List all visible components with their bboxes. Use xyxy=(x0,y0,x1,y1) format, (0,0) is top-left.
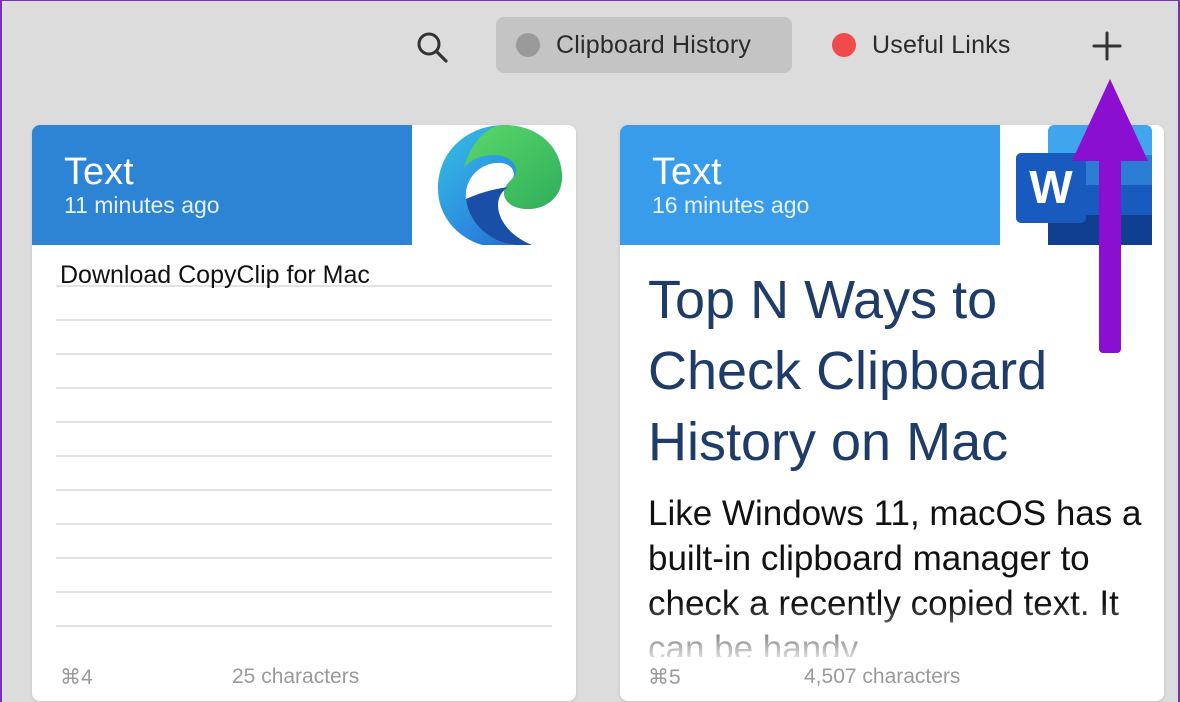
rule-line xyxy=(56,421,552,423)
card-timestamp: 11 minutes ago xyxy=(64,192,220,218)
tab-clipboard-history[interactable]: Clipboard History xyxy=(496,17,792,73)
tab-label: Useful Links xyxy=(872,30,1011,59)
rule-line xyxy=(56,625,552,627)
keyboard-shortcut: ⌘4 xyxy=(60,666,93,689)
document-heading: Top N Ways to Check Clipboard History on… xyxy=(648,270,1048,472)
card-footer: ⌘4 25 characters xyxy=(32,657,576,701)
source-app-icon xyxy=(412,125,576,245)
tab-color-dot xyxy=(832,33,856,57)
rule-line xyxy=(56,523,552,525)
clip-content: Download CopyClip for Mac xyxy=(60,261,370,289)
clip-card[interactable]: Text 11 minutes ago Download CopyClip fo… xyxy=(32,125,576,701)
card-header: Text 16 minutes ago xyxy=(620,125,1000,245)
toolbar: Clipboard History Useful Links xyxy=(2,1,1178,101)
card-type: Text xyxy=(652,151,722,193)
card-header: Text 11 minutes ago xyxy=(32,125,412,245)
card-timestamp: 16 minutes ago xyxy=(652,192,810,218)
lined-paper xyxy=(56,255,552,635)
clip-card[interactable]: Text 16 minutes ago W Top N Ways to Chec… xyxy=(620,125,1164,701)
rule-line xyxy=(56,557,552,559)
source-app-icon: W xyxy=(1000,125,1164,245)
add-list-button[interactable] xyxy=(1090,29,1124,63)
character-count: 4,507 characters xyxy=(804,665,961,688)
rule-line xyxy=(56,353,552,355)
card-footer: ⌘5 4,507 characters xyxy=(620,657,1164,701)
rule-line xyxy=(56,387,552,389)
rule-line xyxy=(56,319,552,321)
tab-label: Clipboard History xyxy=(556,30,752,59)
rule-line xyxy=(56,489,552,491)
search-icon xyxy=(417,32,448,63)
plus-icon xyxy=(1092,31,1122,61)
svg-text:W: W xyxy=(1029,161,1073,213)
search-button[interactable] xyxy=(412,27,452,67)
card-type: Text xyxy=(64,151,134,193)
edge-icon xyxy=(438,125,562,245)
word-icon: W xyxy=(1016,125,1152,245)
rule-line xyxy=(56,591,552,593)
keyboard-shortcut: ⌘5 xyxy=(648,666,681,689)
rule-line xyxy=(56,455,552,457)
tab-useful-links[interactable]: Useful Links xyxy=(814,17,1044,73)
tab-color-dot xyxy=(516,33,540,57)
character-count: 25 characters xyxy=(232,665,360,688)
